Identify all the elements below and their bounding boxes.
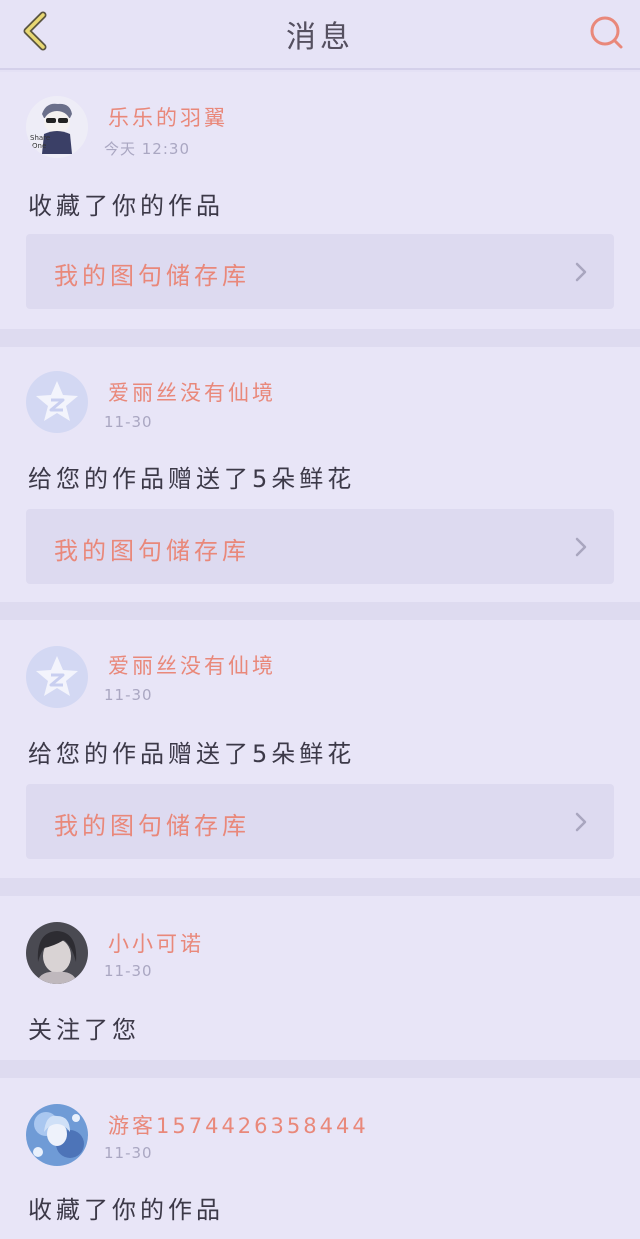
message-text: 收藏了你的作品 — [28, 1196, 224, 1224]
sender-name[interactable]: 乐乐的羽翼 — [108, 102, 228, 132]
avatar[interactable] — [26, 922, 88, 984]
messages-screen: 消息 Share One 乐乐的羽翼 今天 12:30 收藏了你的作品 我的图句… — [0, 0, 640, 1239]
message-time: 11-30 — [104, 413, 153, 431]
message-text: 关注了您 — [28, 1016, 140, 1044]
message-item[interactable]: 爱丽丝没有仙境 11-30 给您的作品赠送了5朵鲜花 我的图句储存库 — [0, 347, 640, 602]
avatar[interactable] — [26, 371, 88, 433]
chevron-right-icon — [575, 262, 587, 282]
search-icon — [590, 16, 623, 49]
svg-text:Share: Share — [30, 134, 50, 142]
divider — [0, 329, 640, 347]
message-time: 11-30 — [104, 686, 153, 704]
message-item[interactable]: Share One 乐乐的羽翼 今天 12:30 收藏了你的作品 我的图句储存库 — [0, 72, 640, 329]
message-time: 11-30 — [104, 962, 153, 980]
avatar[interactable] — [26, 646, 88, 708]
storage-link[interactable]: 我的图句储存库 — [26, 784, 614, 859]
storage-link-label: 我的图句储存库 — [54, 537, 250, 565]
message-time: 今天 12:30 — [104, 140, 190, 158]
message-item[interactable]: 游客1574426358444 11-30 收藏了你的作品 — [0, 1078, 640, 1239]
photo-avatar-icon — [26, 922, 88, 984]
message-text: 收藏了你的作品 — [28, 192, 224, 220]
storage-link[interactable]: 我的图句储存库 — [26, 234, 614, 309]
svg-text:One: One — [32, 142, 46, 150]
message-item[interactable]: 小小可诺 11-30 关注了您 — [0, 896, 640, 1060]
chevron-right-icon — [575, 812, 587, 832]
search-button[interactable] — [586, 12, 626, 52]
message-text: 给您的作品赠送了5朵鲜花 — [28, 740, 356, 768]
divider — [0, 878, 640, 896]
storage-link-label: 我的图句储存库 — [54, 262, 250, 290]
sender-name[interactable]: 小小可诺 — [108, 928, 204, 958]
storage-link[interactable]: 我的图句储存库 — [26, 509, 614, 584]
chevron-right-icon — [575, 537, 587, 557]
message-time: 11-30 — [104, 1144, 153, 1162]
divider — [0, 1060, 640, 1078]
avatar[interactable] — [26, 1104, 88, 1166]
avatar[interactable]: Share One — [26, 96, 88, 158]
page-title: 消息 — [286, 20, 354, 55]
sender-name[interactable]: 爱丽丝没有仙境 — [108, 650, 276, 680]
sender-name[interactable]: 游客1574426358444 — [108, 1110, 369, 1140]
default-avatar-icon — [36, 656, 78, 696]
sender-name[interactable]: 爱丽丝没有仙境 — [108, 377, 276, 407]
anime-avatar-icon — [26, 1104, 88, 1166]
storage-link-label: 我的图句储存库 — [54, 812, 250, 840]
message-item[interactable]: 爱丽丝没有仙境 11-30 给您的作品赠送了5朵鲜花 我的图句储存库 — [0, 620, 640, 878]
cartoon-boy-avatar-icon: Share One — [26, 96, 88, 158]
message-text: 给您的作品赠送了5朵鲜花 — [28, 465, 356, 493]
default-avatar-icon — [36, 381, 78, 421]
divider — [0, 602, 640, 620]
top-bar: 消息 — [0, 0, 640, 70]
